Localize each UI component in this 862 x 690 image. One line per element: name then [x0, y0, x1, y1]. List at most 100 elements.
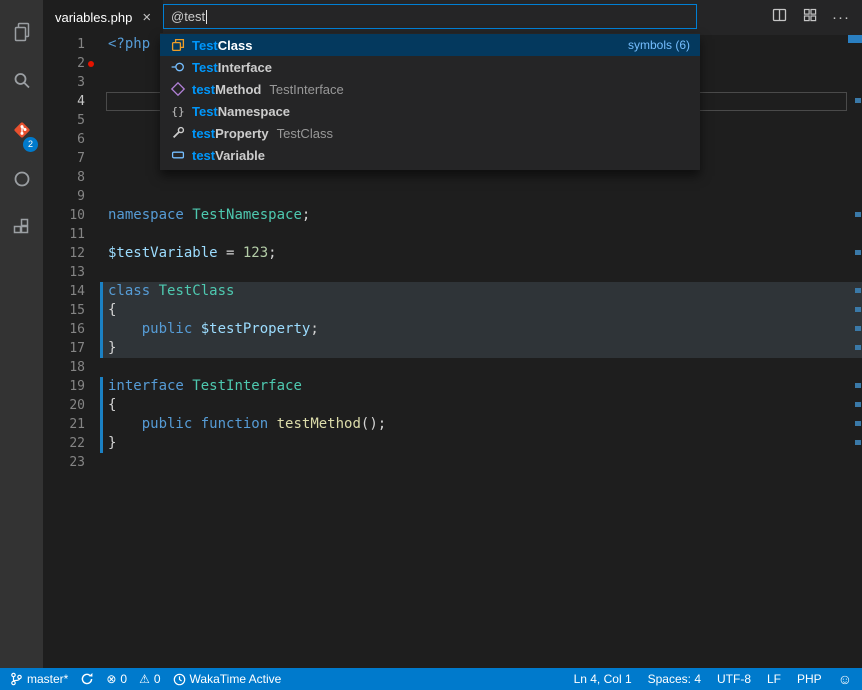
svg-text:{}: {} [171, 105, 184, 118]
activitybar-extensions[interactable] [0, 206, 43, 255]
code-line-23[interactable]: 23 [43, 453, 862, 472]
quickopen-item-testproperty[interactable]: testPropertyTestClass [160, 122, 700, 144]
files-icon [10, 20, 34, 49]
status-sync[interactable] [80, 668, 94, 690]
quickopen-input[interactable]: @test [163, 4, 697, 29]
line-number: 22 [43, 434, 85, 453]
code-line-15[interactable]: 15{ [43, 301, 862, 320]
line-number: 19 [43, 377, 85, 396]
quickopen-query: @test [171, 9, 205, 24]
clock-icon [173, 673, 186, 686]
line-text [85, 130, 108, 149]
line-number: 1 [43, 35, 85, 54]
symbol-interface-icon [170, 59, 186, 75]
line-number: 2 [43, 54, 85, 73]
code-line-14[interactable]: 14class TestClass [43, 282, 862, 301]
quickopen-group-label: symbols (6) [628, 38, 690, 52]
overview-mark [855, 383, 861, 388]
overview-mark [855, 345, 861, 350]
more-actions-icon[interactable]: ··· [832, 9, 850, 26]
status-label: 0 [120, 672, 127, 686]
code-line-16[interactable]: 16 public $testProperty; [43, 320, 862, 339]
code-line-8[interactable]: 8 [43, 168, 862, 187]
status-label: WakaTime Active [190, 672, 282, 686]
code-line-21[interactable]: 21 public function testMethod(); [43, 415, 862, 434]
line-number: 18 [43, 358, 85, 377]
symbol-property-icon [170, 125, 186, 141]
debug-icon [10, 167, 34, 196]
line-number: 17 [43, 339, 85, 358]
code-line-20[interactable]: 20{ [43, 396, 862, 415]
status-feedback[interactable]: ☺ [838, 668, 852, 690]
code-line-11[interactable]: 11 [43, 225, 862, 244]
tab-variables-php[interactable]: variables.php × [43, 0, 163, 35]
code-line-10[interactable]: 10namespace TestNamespace; [43, 206, 862, 225]
tab-close-icon[interactable]: × [142, 10, 151, 25]
code-line-22[interactable]: 22} [43, 434, 862, 453]
code-line-12[interactable]: 12$testVariable = 123; [43, 244, 862, 263]
status-git-branch[interactable]: master* [10, 668, 68, 690]
vscode-window: 2 variables.php × [0, 0, 862, 690]
status-cursor-position[interactable]: Ln 4, Col 1 [574, 668, 632, 690]
overview-mark [848, 35, 862, 43]
quickopen-item-testinterface[interactable]: TestInterface [160, 56, 700, 78]
line-number: 23 [43, 453, 85, 472]
symbol-namespace-icon: {} [170, 103, 186, 119]
text-caret [206, 10, 207, 24]
editor-layout-icon[interactable] [801, 6, 819, 29]
editor-actions: ··· [770, 0, 862, 35]
status-label: PHP [797, 672, 822, 686]
line-text: public function testMethod(); [85, 415, 386, 434]
status-eol[interactable]: LF [767, 668, 781, 690]
line-number: 15 [43, 301, 85, 320]
status-language-mode[interactable]: PHP [797, 668, 822, 690]
code-line-13[interactable]: 13 [43, 263, 862, 282]
line-number: 9 [43, 187, 85, 206]
code-line-17[interactable]: 17} [43, 339, 862, 358]
activitybar-search[interactable] [0, 59, 43, 108]
status-indentation[interactable]: Spaces: 4 [648, 668, 701, 690]
line-number: 11 [43, 225, 85, 244]
overview-ruler[interactable] [848, 35, 862, 668]
overview-mark [855, 440, 861, 445]
activitybar-explorer[interactable] [0, 10, 43, 59]
line-number: 20 [43, 396, 85, 415]
symbol-label: TestClass [192, 38, 252, 53]
symbol-label: testProperty [192, 126, 269, 141]
code-line-19[interactable]: 19interface TestInterface [43, 377, 862, 396]
status-encoding[interactable]: UTF-8 [717, 668, 751, 690]
search-icon [10, 69, 34, 98]
quickopen-item-testvariable[interactable]: testVariable [160, 144, 700, 166]
code-line-9[interactable]: 9 [43, 187, 862, 206]
status-label: Ln 4, Col 1 [574, 672, 632, 686]
overview-mark [855, 250, 861, 255]
branch-icon [10, 672, 23, 686]
line-text [85, 111, 108, 130]
smiley-icon: ☺ [838, 672, 852, 686]
status-label: LF [767, 672, 781, 686]
git-modified-indicator [100, 282, 103, 358]
quickopen-item-testmethod[interactable]: testMethodTestInterface [160, 78, 700, 100]
status-warnings[interactable]: ⚠0 [139, 668, 160, 690]
line-number: 8 [43, 168, 85, 187]
line-number: 16 [43, 320, 85, 339]
tab-label: variables.php [55, 10, 132, 25]
code-line-18[interactable]: 18 [43, 358, 862, 377]
activitybar-source-control[interactable]: 2 [0, 108, 43, 157]
status-errors[interactable]: ⊗0 [106, 668, 127, 690]
line-number: 13 [43, 263, 85, 282]
git-modified-indicator [100, 377, 103, 453]
quickopen-item-testnamespace[interactable]: {} TestNamespace [160, 100, 700, 122]
activitybar-debug[interactable] [0, 157, 43, 206]
line-number: 10 [43, 206, 85, 225]
status-label: 0 [154, 672, 161, 686]
activity-bar: 2 [0, 0, 43, 668]
split-editor-icon[interactable] [770, 6, 788, 29]
line-text: public $testProperty; [85, 320, 319, 339]
quickopen-item-testclass[interactable]: TestClass symbols (6) [160, 34, 700, 56]
line-text [85, 92, 108, 111]
line-text [85, 263, 108, 282]
line-text: class TestClass [85, 282, 234, 301]
symbol-label: TestNamespace [192, 104, 290, 119]
status-wakatime[interactable]: WakaTime Active [173, 668, 282, 690]
